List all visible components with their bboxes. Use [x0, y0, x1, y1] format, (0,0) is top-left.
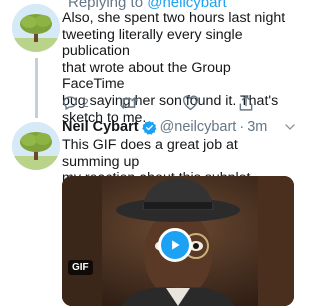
retweet-icon [120, 97, 138, 109]
separator-dot: · [239, 119, 245, 135]
tree-avatar-image [12, 4, 60, 52]
tree-avatar-image [12, 122, 60, 170]
gif-badge: GIF [68, 260, 93, 275]
like-button[interactable] [182, 94, 199, 112]
timestamp[interactable]: 3m [247, 119, 267, 135]
tweet1-text-line: Also, she spent two hours last night [62, 10, 286, 26]
tweet2-avatar[interactable] [12, 122, 60, 170]
thread-line [35, 58, 38, 118]
play-button[interactable] [158, 228, 192, 262]
retweet-button[interactable] [120, 94, 138, 112]
tweet2-text-line: This GIF does a great job at summing up [62, 137, 238, 170]
tweet1-avatar[interactable] [12, 4, 60, 52]
reply-button[interactable]: 2 [62, 94, 89, 112]
tweet1-text-line: that wrote about the Group FaceTime [62, 59, 231, 93]
tweet-menu-button[interactable] [284, 120, 296, 138]
share-button[interactable] [238, 94, 254, 112]
tweet1-text-line: tweeting literally every single publicat… [62, 26, 243, 60]
play-icon [172, 240, 180, 250]
tweet1-action-bar: 2 [62, 94, 262, 112]
share-icon [239, 95, 253, 111]
gif-media[interactable]: GIF [62, 176, 294, 306]
author-handle[interactable]: @neilcybart [160, 119, 237, 135]
heart-icon [182, 95, 199, 111]
verified-badge-icon [141, 120, 157, 135]
reply-bubble-icon [63, 96, 77, 110]
chevron-down-icon [285, 124, 295, 130]
tweet2-header: Neil Cybart @neilcybart · 3m [62, 119, 267, 135]
author-name[interactable]: Neil Cybart [62, 119, 139, 135]
reply-count: 2 [82, 96, 89, 110]
